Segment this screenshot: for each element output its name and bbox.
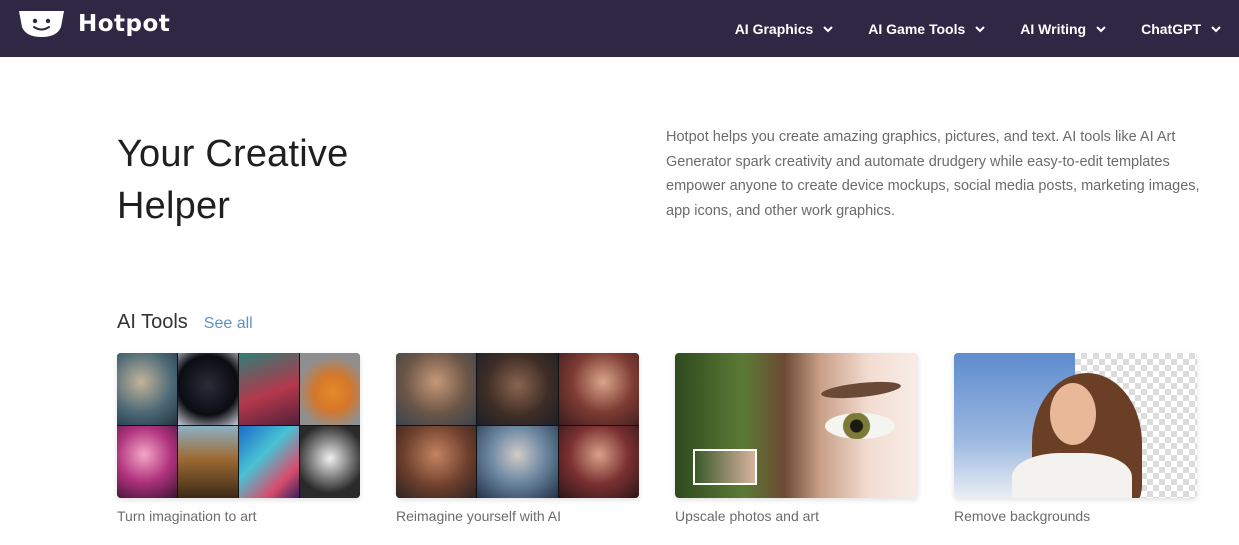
nav-label: AI Game Tools (868, 20, 966, 37)
nav-label: AI Graphics (734, 20, 814, 37)
remove-background-thumbnail (954, 353, 1197, 498)
nav-ai-game-tools[interactable]: AI Game Tools (868, 21, 986, 37)
hero-title: Your Creative Helper (117, 133, 349, 227)
hotpot-logo-icon (19, 11, 64, 37)
card-caption: Remove backgrounds (954, 508, 1091, 524)
hero-description: Hotpot helps you create amazing graphics… (666, 129, 1200, 219)
chevron-down-icon (823, 25, 833, 32)
nav-label: ChatGPT (1141, 20, 1201, 37)
section-title: AI Tools (117, 311, 188, 333)
zoom-preview-box (693, 449, 757, 485)
see-all-link[interactable]: See all (204, 315, 253, 333)
ai-tools-header: AI Tools See all (117, 311, 253, 334)
main-nav: AI Graphics AI Game Tools AI Writing Cha… (735, 0, 1222, 57)
nav-ai-graphics[interactable]: AI Graphics (735, 21, 835, 37)
card-caption: Reimagine yourself with AI (396, 508, 561, 524)
tool-card-upscale[interactable]: Upscale photos and art (675, 353, 918, 524)
art-generator-thumbnail (117, 353, 360, 498)
ai-portraits-thumbnail (396, 353, 639, 498)
top-navbar: Hotpot AI Graphics AI Game Tools AI Writ… (0, 0, 1239, 57)
brand-name: Hotpot (78, 11, 171, 37)
brand-logo-link[interactable]: Hotpot (17, 9, 170, 39)
nav-label: AI Writing (1020, 20, 1087, 37)
nav-ai-writing[interactable]: AI Writing (1020, 21, 1107, 37)
tool-card-art-generator[interactable]: Turn imagination to art (117, 353, 360, 524)
chevron-down-icon (1211, 25, 1221, 32)
card-caption: Turn imagination to art (117, 508, 257, 524)
upscale-thumbnail (675, 353, 918, 498)
tool-card-remove-background[interactable]: Remove backgrounds (954, 353, 1197, 524)
tool-card-ai-portraits[interactable]: Reimagine yourself with AI (396, 353, 639, 524)
card-caption: Upscale photos and art (675, 508, 819, 524)
chevron-down-icon (1096, 25, 1106, 32)
nav-chatgpt[interactable]: ChatGPT (1141, 21, 1222, 37)
chevron-down-icon (975, 25, 985, 32)
